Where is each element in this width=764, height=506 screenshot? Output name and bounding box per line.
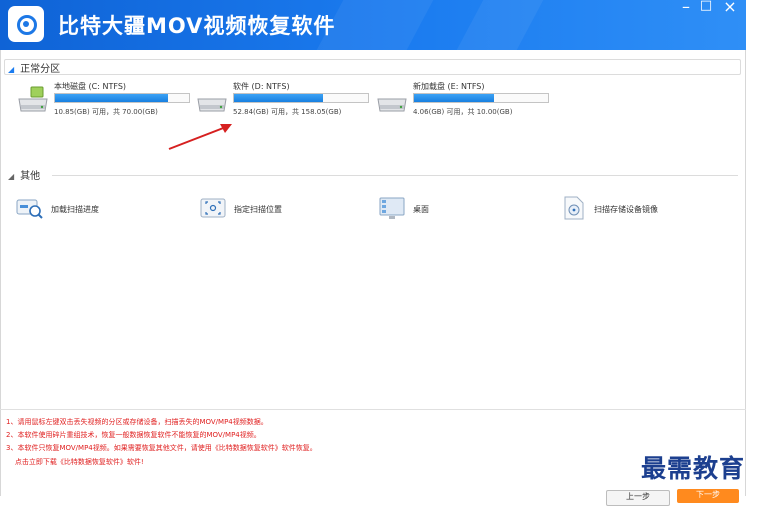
drive-name: 软件 (D: NTFS) <box>233 82 290 91</box>
watermark: 最需教育 <box>641 454 746 483</box>
drive-usage-bar <box>233 93 369 103</box>
minimize-button[interactable]: – <box>676 0 696 16</box>
hard-drive-icon <box>197 98 227 112</box>
drive-usage-bar <box>413 93 549 103</box>
collapse-arrow-icon[interactable]: ◢ <box>8 172 14 181</box>
drive-name: 本地磁盘 (C: NTFS) <box>54 82 127 91</box>
partitions-header-box <box>4 59 741 75</box>
drive-d[interactable]: 软件 (D: NTFS) 52.84(GB) 可用，共 158.05(GB) <box>195 81 375 121</box>
partitions-header[interactable]: ◢ 正常分区 <box>8 60 61 75</box>
note-line: 3、本软件只恢复MOV/MP4视频。如果需要恢复其他文件，请使用《比特数据恢复软… <box>6 444 317 453</box>
other-label: 其他 <box>20 171 41 182</box>
drive-usage-text: 52.84(GB) 可用，共 158.05(GB) <box>233 108 342 116</box>
next-button[interactable]: 下一步 <box>677 489 739 503</box>
collapse-arrow-icon[interactable]: ◢ <box>8 65 14 74</box>
download-link[interactable]: 点击立即下载《比特数据恢复软件》软件! <box>6 456 317 469</box>
other-header[interactable]: ◢ 其他 <box>8 167 41 182</box>
drive-name: 新加载盘 (E: NTFS) <box>413 82 485 91</box>
disk-image-icon <box>564 196 584 220</box>
window-edge <box>746 0 764 496</box>
hard-drive-icon <box>18 86 48 112</box>
notes-panel: 1、请用鼠标左键双击丢失视频的分区或存储设备，扫描丢失的MOV/MP4视频数据。… <box>6 416 317 469</box>
notes-divider <box>0 409 746 410</box>
drive-usage-bar <box>54 93 190 103</box>
load-progress-icon <box>16 199 43 219</box>
tool-label: 指定扫描位置 <box>234 205 282 214</box>
tool-label: 扫描存储设备镜像 <box>594 205 658 214</box>
partitions-label: 正常分区 <box>20 64 61 75</box>
tool-label: 加载扫描进度 <box>51 205 99 214</box>
maximize-button[interactable]: □ <box>696 0 716 13</box>
app-logo-icon <box>8 6 44 42</box>
drive-usage-text: 10.85(GB) 可用，共 70.00(GB) <box>54 108 158 116</box>
close-button[interactable]: × <box>720 0 740 16</box>
note-line: 2、本软件使用碎片重组技术，恢复一般数据恢复软件不能恢复的MOV/MP4视频。 <box>6 431 261 440</box>
target-location-icon <box>200 198 226 218</box>
desktop-icon <box>379 197 405 219</box>
drive-c[interactable]: 本地磁盘 (C: NTFS) 10.85(GB) 可用，共 70.00(GB) <box>16 81 196 121</box>
app-title: 比特大疆MOV视频恢复软件 <box>58 14 336 38</box>
section-divider <box>52 175 738 176</box>
annotation-arrow <box>168 124 232 150</box>
back-button[interactable]: 上一步 <box>606 490 670 506</box>
drive-usage-text: 4.06(GB) 可用，共 10.00(GB) <box>413 108 513 116</box>
tool-label: 桌面 <box>413 205 429 214</box>
drive-e[interactable]: 新加载盘 (E: NTFS) 4.06(GB) 可用，共 10.00(GB) <box>375 81 555 121</box>
hard-drive-icon <box>377 98 407 112</box>
note-line: 1、请用鼠标左键双击丢失视频的分区或存储设备，扫描丢失的MOV/MP4视频数据。 <box>6 418 268 426</box>
title-bar: 比特大疆MOV视频恢复软件 – □ × <box>0 0 746 50</box>
